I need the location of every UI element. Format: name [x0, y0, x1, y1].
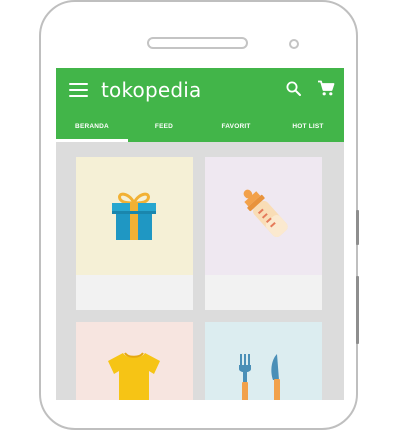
app-bar: tokopedia BERANDA FEED FAVORIT HOT LIST	[56, 68, 344, 142]
category-image	[205, 157, 322, 275]
app-logo: tokopedia	[101, 78, 202, 102]
category-image	[76, 157, 193, 275]
baby-bottle-icon	[243, 189, 288, 238]
tshirt-icon	[108, 352, 160, 400]
tab-feed[interactable]: FEED	[128, 112, 200, 142]
category-image	[205, 322, 322, 400]
tab-hot-list[interactable]: HOT LIST	[272, 112, 344, 142]
category-footer	[76, 275, 193, 310]
phone-power-button	[356, 276, 359, 344]
category-image	[76, 322, 193, 400]
phone-volume-button	[356, 210, 359, 245]
gift-icon	[112, 192, 156, 240]
category-card[interactable]	[76, 157, 193, 310]
search-icon[interactable]	[285, 80, 302, 97]
tab-bar: BERANDA FEED FAVORIT HOT LIST	[56, 112, 344, 142]
category-card[interactable]	[205, 157, 322, 310]
tab-beranda[interactable]: BERANDA	[56, 112, 128, 142]
hamburger-menu-icon[interactable]	[69, 83, 88, 97]
tab-selected-indicator	[56, 139, 128, 142]
category-footer	[205, 275, 322, 310]
shopping-cart-icon[interactable]	[317, 79, 335, 97]
phone-speaker	[147, 37, 248, 49]
category-card[interactable]	[205, 322, 322, 400]
tab-favorit[interactable]: FAVORIT	[200, 112, 272, 142]
app-screen: tokopedia BERANDA FEED FAVORIT HOT LIST	[56, 68, 344, 400]
phone-camera	[289, 39, 299, 49]
category-card[interactable]	[76, 322, 193, 400]
fork-knife-icon	[239, 354, 280, 400]
